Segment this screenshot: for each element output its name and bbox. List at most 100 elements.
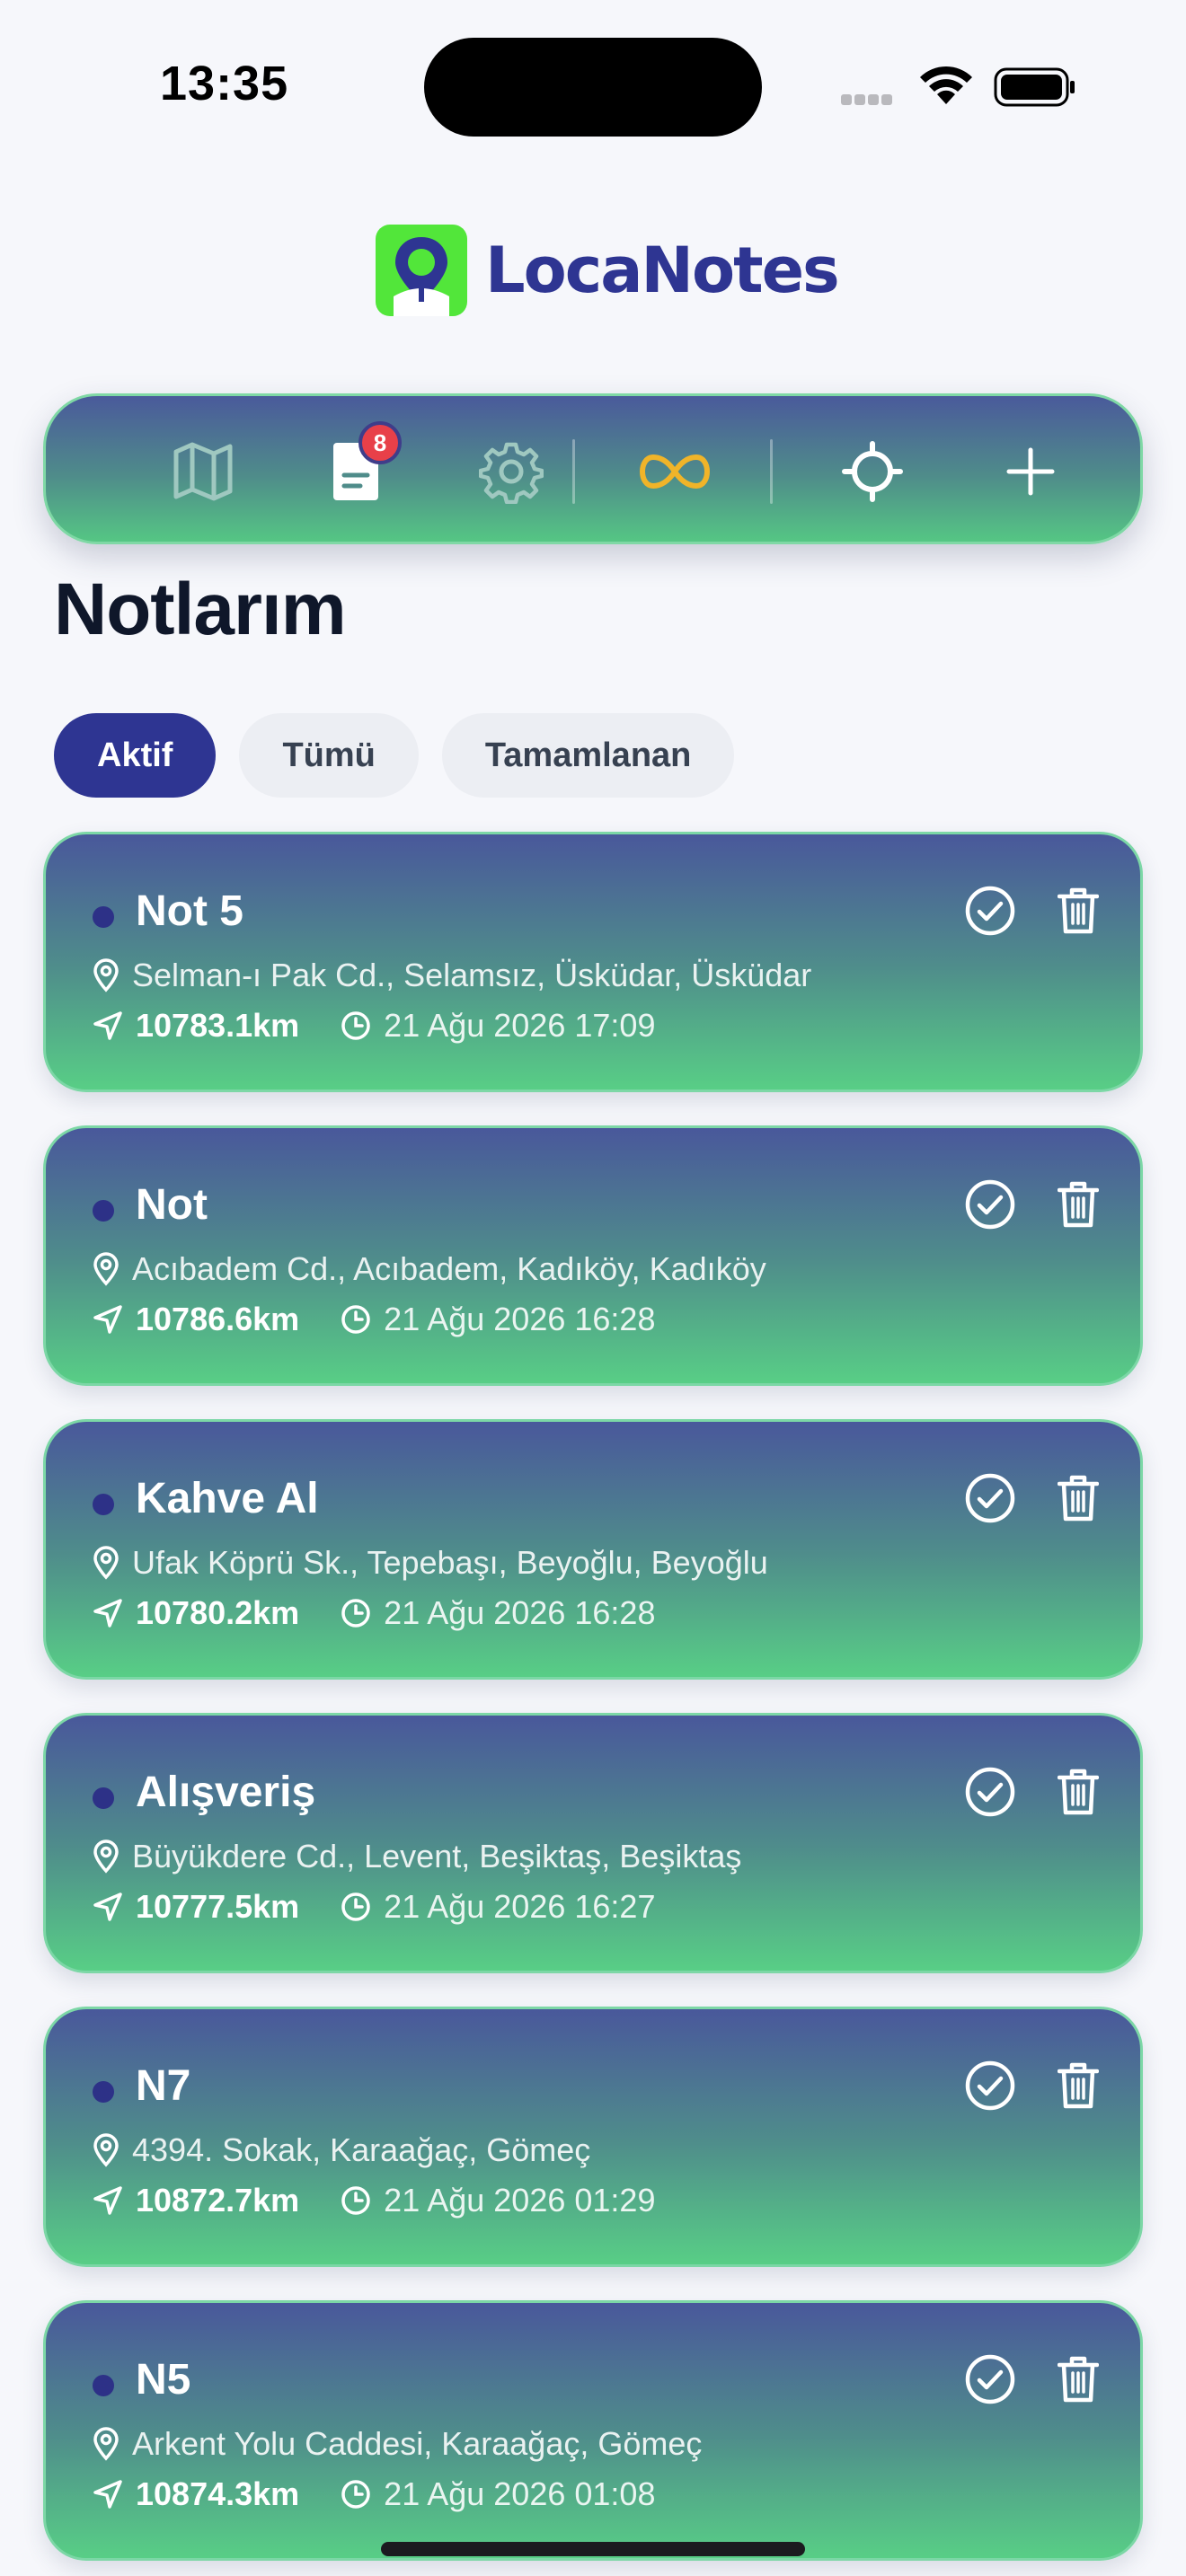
check-circle-icon — [965, 2060, 1015, 2111]
note-actions — [962, 1177, 1106, 1232]
note-distance: 10874.3km — [93, 2475, 299, 2513]
clock-icon — [341, 2186, 370, 2215]
note-card[interactable]: N5 Arkent Yolu Caddesi, Karaağaç, Gömeç … — [43, 2300, 1143, 2561]
delete-button[interactable] — [1050, 1764, 1106, 1820]
check-circle-icon — [965, 886, 1015, 936]
location-pin-icon — [93, 2427, 119, 2461]
note-address-text: Acıbadem Cd., Acıbadem, Kadıköy, Kadıköy — [132, 1250, 766, 1287]
delete-button[interactable] — [1050, 883, 1106, 939]
note-status-dot — [93, 1494, 114, 1515]
trash-icon — [1058, 1769, 1099, 1815]
note-actions — [962, 2058, 1106, 2113]
location-pin-icon — [93, 1252, 119, 1286]
note-address-text: Arkent Yolu Caddesi, Karaağaç, Gömeç — [132, 2425, 703, 2462]
navigation-arrow-icon — [93, 1011, 122, 1040]
note-address: Arkent Yolu Caddesi, Karaağaç, Gömeç — [93, 2425, 702, 2463]
status-time: 13:35 — [160, 57, 289, 110]
location-pin-icon — [93, 2133, 119, 2167]
note-title: Not — [136, 1181, 208, 1229]
notes-button[interactable]: 8 — [317, 421, 402, 511]
note-address-text: Selman-ı Pak Cd., Selamsız, Üsküdar, Üsk… — [132, 957, 812, 993]
note-date-text: 21 Ağu 2026 16:28 — [384, 1594, 656, 1631]
note-address: Acıbadem Cd., Acıbadem, Kadıköy, Kadıköy — [93, 1250, 766, 1288]
trash-icon — [1058, 2062, 1099, 2109]
notes-count-badge: 8 — [358, 421, 402, 464]
status-bar: 13:35 — [0, 0, 1186, 171]
note-meta: 10780.2km 21 Ağu 2026 16:28 — [93, 1594, 655, 1632]
locate-button[interactable] — [833, 432, 912, 511]
note-date: 21 Ağu 2026 17:09 — [341, 1007, 655, 1045]
delete-button[interactable] — [1050, 1177, 1106, 1232]
note-status-dot — [93, 2375, 114, 2396]
note-title: Kahve Al — [136, 1475, 319, 1522]
location-pin-icon — [93, 1546, 119, 1580]
complete-button[interactable] — [962, 1470, 1018, 1526]
note-actions — [962, 2351, 1106, 2407]
location-pin-icon — [93, 958, 119, 992]
complete-button[interactable] — [962, 1764, 1018, 1820]
logo-pin-icon — [376, 225, 467, 316]
settings-button[interactable] — [472, 432, 551, 511]
note-date-text: 21 Ağu 2026 01:29 — [384, 2182, 656, 2219]
note-date: 21 Ağu 2026 16:28 — [341, 1594, 655, 1632]
filter-chip-active[interactable]: Aktif — [54, 713, 217, 798]
note-distance-text: 10874.3km — [136, 2475, 300, 2512]
note-meta: 10872.7km 21 Ağu 2026 01:29 — [93, 2182, 655, 2219]
toolbar-divider — [770, 439, 773, 504]
note-card[interactable]: Not Acıbadem Cd., Acıbadem, Kadıköy, Kad… — [43, 1125, 1143, 1386]
trash-icon — [1058, 887, 1099, 934]
home-indicator[interactable] — [381, 2542, 805, 2556]
note-date: 21 Ağu 2026 01:29 — [341, 2182, 655, 2219]
note-date-text: 21 Ağu 2026 16:28 — [384, 1301, 656, 1337]
note-card[interactable]: Not 5 Selman-ı Pak Cd., Selamsız, Üsküda… — [43, 832, 1143, 1092]
complete-button[interactable] — [962, 1177, 1018, 1232]
page-title: Notlarım — [54, 569, 347, 650]
note-distance-text: 10872.7km — [136, 2182, 300, 2219]
trash-icon — [1058, 1181, 1099, 1228]
add-note-button[interactable] — [991, 432, 1070, 511]
wifi-icon — [918, 65, 974, 110]
note-title: N5 — [136, 2356, 191, 2404]
complete-button[interactable] — [962, 2058, 1018, 2113]
map-icon — [173, 442, 233, 501]
infinity-button[interactable] — [635, 432, 714, 511]
infinity-icon — [639, 454, 711, 490]
note-status-dot — [93, 1787, 114, 1809]
toolbar: 8 — [43, 393, 1143, 544]
navigation-arrow-icon — [93, 1305, 122, 1334]
navigation-arrow-icon — [93, 2186, 122, 2215]
delete-button[interactable] — [1050, 2058, 1106, 2113]
note-actions — [962, 1764, 1106, 1820]
note-distance: 10780.2km — [93, 1594, 299, 1632]
note-status-dot — [93, 2081, 114, 2103]
filter-chip-completed[interactable]: Tamamlanan — [441, 713, 735, 798]
note-distance-text: 10786.6km — [136, 1301, 300, 1337]
clock-icon — [341, 1305, 370, 1334]
note-distance-text: 10780.2km — [136, 1594, 300, 1631]
note-actions — [962, 883, 1106, 939]
note-title: N7 — [136, 2062, 191, 2110]
note-address-text: Ufak Köprü Sk., Tepebaşı, Beyoğlu, Beyoğ… — [132, 1544, 768, 1581]
app-name: LocaNotes — [485, 234, 840, 307]
note-card[interactable]: N7 4394. Sokak, Karaağaç, Gömeç 10872.7k… — [43, 2007, 1143, 2267]
map-button[interactable] — [164, 432, 243, 511]
delete-button[interactable] — [1050, 1470, 1106, 1526]
note-meta: 10786.6km 21 Ağu 2026 16:28 — [93, 1301, 655, 1338]
note-date: 21 Ağu 2026 16:28 — [341, 1301, 655, 1338]
complete-button[interactable] — [962, 883, 1018, 939]
complete-button[interactable] — [962, 2351, 1018, 2407]
note-address: Ufak Köprü Sk., Tepebaşı, Beyoğlu, Beyoğ… — [93, 1544, 768, 1582]
delete-button[interactable] — [1050, 2351, 1106, 2407]
clock-icon — [341, 1599, 370, 1628]
note-card[interactable]: Alışveriş Büyükdere Cd., Levent, Beşikta… — [43, 1713, 1143, 1973]
clock-icon — [341, 2480, 370, 2509]
gear-icon — [479, 442, 544, 504]
note-address: Büyükdere Cd., Levent, Beşiktaş, Beşikta… — [93, 1838, 741, 1875]
toolbar-divider — [572, 439, 575, 504]
clock-icon — [341, 1892, 370, 1921]
note-status-dot — [93, 1200, 114, 1222]
note-card[interactable]: Kahve Al Ufak Köprü Sk., Tepebaşı, Beyoğ… — [43, 1419, 1143, 1680]
note-status-dot — [93, 906, 114, 928]
trash-icon — [1058, 1475, 1099, 1522]
filter-chip-all[interactable]: Tümü — [239, 713, 419, 798]
